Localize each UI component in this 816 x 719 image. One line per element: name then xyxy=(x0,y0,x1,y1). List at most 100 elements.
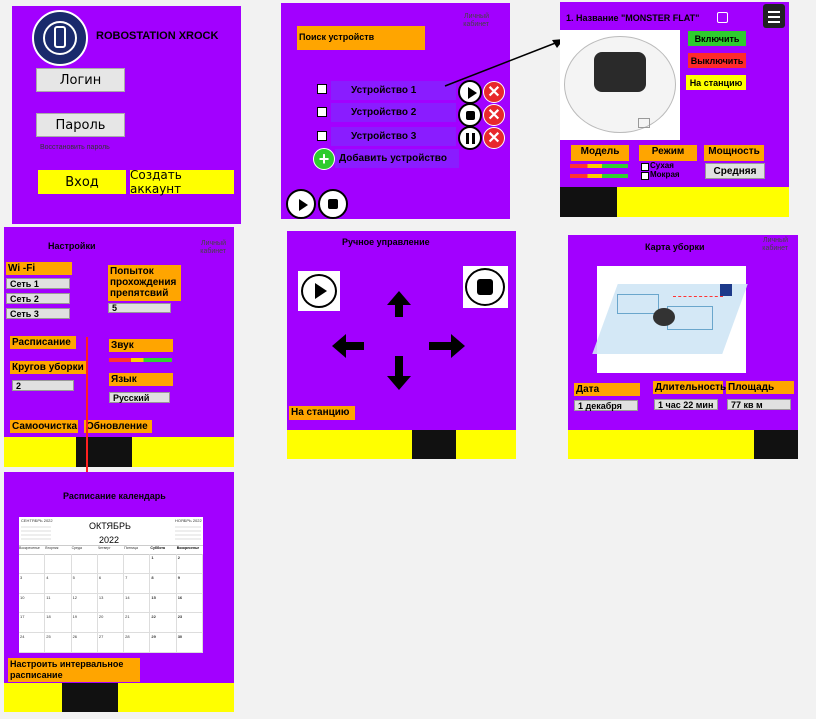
calendar-day[interactable]: 28 xyxy=(124,633,151,653)
calendar-day[interactable]: 1 xyxy=(150,554,177,574)
device-1-checkbox[interactable] xyxy=(317,84,327,94)
network-1[interactable]: Сеть 1 xyxy=(6,278,70,289)
cabinet-link[interactable]: Личный кабинет xyxy=(748,237,788,253)
calendar-day[interactable]: 22 xyxy=(150,613,177,634)
calendar-day[interactable]: 8 xyxy=(150,573,177,594)
sound-level-bar[interactable] xyxy=(109,358,172,362)
calendar-day[interactable]: 3 xyxy=(19,573,46,594)
nav-home[interactable] xyxy=(412,430,456,459)
interval-schedule-button[interactable]: Настроить интервальное расписание xyxy=(8,658,140,682)
turn-off-button[interactable]: Выключить xyxy=(688,53,746,68)
edit-name-icon[interactable] xyxy=(717,12,728,23)
calendar-day[interactable]: 17 xyxy=(19,613,46,634)
bottom-play-icon[interactable] xyxy=(286,189,316,219)
device-2[interactable]: Устройство 2 xyxy=(331,103,456,122)
language-select[interactable]: Русский xyxy=(109,392,170,403)
enter-button[interactable]: Вход xyxy=(38,170,126,194)
calendar-day[interactable]: 26 xyxy=(71,633,98,653)
calendar-day[interactable] xyxy=(19,554,46,574)
cabinet-link[interactable]: Личный кабинет xyxy=(186,240,226,256)
calendar-day[interactable]: 27 xyxy=(97,633,125,653)
add-device-button[interactable]: Добавить устройство xyxy=(335,149,459,168)
calendar-day[interactable]: 11 xyxy=(45,593,72,614)
mini-grid-right xyxy=(175,524,201,540)
prev-month-mini[interactable]: СЕНТЯБРЬ 2022 xyxy=(21,518,53,523)
calendar-day[interactable] xyxy=(71,554,98,574)
calendar-day[interactable]: 29 xyxy=(150,633,177,653)
remove-device-3-icon[interactable]: ✕ xyxy=(483,127,505,149)
add-device-icon[interactable]: + xyxy=(313,148,335,170)
calendar-day[interactable] xyxy=(97,554,125,574)
calendar-day[interactable] xyxy=(45,554,72,574)
nav-home[interactable] xyxy=(62,683,118,712)
device-3-checkbox[interactable] xyxy=(317,131,327,141)
settings-title: Настройки xyxy=(48,241,96,251)
calendar-day[interactable]: 15 xyxy=(150,593,177,614)
remove-device-2-icon[interactable]: ✕ xyxy=(483,104,505,126)
calendar-day[interactable]: 5 xyxy=(71,573,98,594)
device-3[interactable]: Устройство 3 xyxy=(331,127,456,146)
wet-checkbox[interactable] xyxy=(641,172,649,180)
arrow-left-icon[interactable] xyxy=(332,334,364,358)
calendar-title: Расписание календарь xyxy=(63,491,166,501)
calendar-day[interactable]: 25 xyxy=(45,633,72,653)
restore-password-link[interactable]: Восстановить пароль xyxy=(40,144,110,151)
calendar-day[interactable]: 12 xyxy=(71,593,98,614)
calendar-day[interactable]: 2 xyxy=(176,554,203,574)
attempts-label: Попыток прохождения препятсвий xyxy=(108,265,181,301)
calendar-day[interactable]: 4 xyxy=(45,573,72,594)
attempts-input[interactable]: 5 xyxy=(108,303,171,313)
next-month-mini[interactable]: НОЯБРЬ 2022 xyxy=(175,518,202,523)
create-account-button[interactable]: Создать аккаунт xyxy=(130,168,234,196)
device-1[interactable]: Устройство 1 xyxy=(331,81,456,100)
calendar-day[interactable]: 23 xyxy=(176,613,203,634)
power-tab[interactable]: Мощность xyxy=(704,145,764,161)
stop-icon[interactable] xyxy=(458,103,482,127)
search-devices-button[interactable]: Поиск устройств xyxy=(297,26,425,50)
turn-on-button[interactable]: Включить xyxy=(688,31,746,46)
mode-tab[interactable]: Режим xyxy=(639,145,697,161)
rounds-input[interactable]: 2 xyxy=(12,380,74,391)
arrow-down-icon[interactable] xyxy=(387,356,411,390)
calendar-day[interactable]: 9 xyxy=(176,573,203,594)
floor-map-image xyxy=(592,266,748,373)
calendar-day[interactable]: 18 xyxy=(45,613,72,634)
power-value[interactable]: Средняя xyxy=(705,163,765,179)
date-value: 1 декабря xyxy=(574,400,638,411)
device-2-checkbox[interactable] xyxy=(317,107,327,117)
nav-home[interactable] xyxy=(754,430,798,459)
stop-icon[interactable] xyxy=(463,266,508,308)
model-tab[interactable]: Модель xyxy=(571,145,629,161)
arrow-right-icon[interactable] xyxy=(429,334,465,358)
network-2[interactable]: Сеть 2 xyxy=(6,293,70,304)
to-station-button[interactable]: На станцию xyxy=(686,75,746,90)
calendar-widget: СЕНТЯБРЬ 2022 НОЯБРЬ 2022 ОКТЯБРЬ 2022 В… xyxy=(19,517,203,653)
calendar-day[interactable]: 30 xyxy=(176,633,203,653)
calendar-day[interactable]: 20 xyxy=(97,613,125,634)
arrow-up-icon[interactable] xyxy=(387,291,411,317)
dry-checkbox[interactable] xyxy=(641,163,649,171)
self-clean-button[interactable]: Самоочистка xyxy=(10,420,78,433)
calendar-day[interactable]: 21 xyxy=(124,613,151,634)
calendar-day[interactable]: 19 xyxy=(71,613,98,634)
calendar-day[interactable]: 10 xyxy=(19,593,46,614)
calendar-day[interactable]: 7 xyxy=(124,573,151,594)
sound-label: Звук xyxy=(109,339,173,352)
calendar-day[interactable] xyxy=(124,554,151,574)
clipboard-icon[interactable] xyxy=(763,4,785,28)
login-button[interactable]: Логин xyxy=(36,68,125,92)
calendar-day[interactable]: 16 xyxy=(176,593,203,614)
calendar-day[interactable]: 6 xyxy=(97,573,125,594)
pause-icon[interactable] xyxy=(458,126,482,150)
play-icon[interactable] xyxy=(298,271,340,311)
calendar-day[interactable]: 24 xyxy=(19,633,46,653)
bottom-stop-icon[interactable] xyxy=(318,189,348,219)
nav-home[interactable] xyxy=(560,187,617,217)
network-3[interactable]: Сеть 3 xyxy=(6,308,70,319)
to-station-button[interactable]: На станцию xyxy=(289,406,355,420)
calendar-day[interactable]: 13 xyxy=(97,593,125,614)
cabinet-link[interactable]: Личный кабинет xyxy=(449,13,489,29)
password-button[interactable]: Пароль xyxy=(36,113,125,137)
calendar-day[interactable]: 14 xyxy=(124,593,151,614)
schedule-button[interactable]: Расписание xyxy=(10,336,76,349)
